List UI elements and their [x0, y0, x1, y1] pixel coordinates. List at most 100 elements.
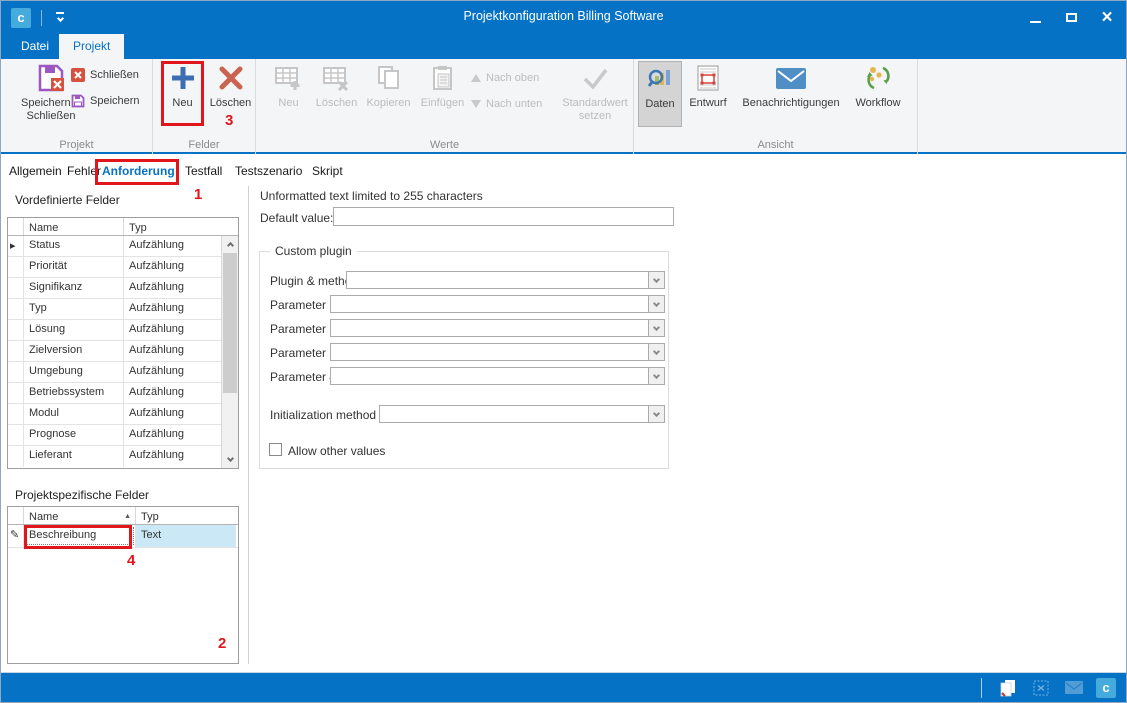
cell-name[interactable]: Typ: [24, 299, 124, 319]
design-grid-muted-icon[interactable]: [1030, 677, 1052, 699]
mail-muted-icon[interactable]: [1063, 677, 1085, 699]
parameter4-select[interactable]: [330, 367, 665, 385]
cell-typ[interactable]: Aufzählung: [124, 446, 222, 467]
table-row[interactable]: TypAufzählung: [8, 299, 238, 320]
copy-pages-icon[interactable]: [997, 677, 1019, 699]
table-row[interactable]: UmgebungAufzählung: [8, 362, 238, 383]
plugin-method-select[interactable]: [346, 271, 665, 289]
copy-value-label: Kopieren: [366, 97, 410, 110]
table-row[interactable]: ModulAufzählung: [8, 404, 238, 425]
cell-name[interactable]: Modul: [24, 404, 124, 424]
view-workflow-label: Workflow: [855, 97, 900, 110]
delete-value-button: Löschen: [314, 61, 359, 126]
table-row[interactable]: ▸StatusAufzählung: [8, 236, 238, 257]
scroll-up-icon[interactable]: [222, 236, 238, 252]
new-field-button[interactable]: Neu: [161, 61, 204, 126]
table-row[interactable]: LösungAufzählung: [8, 320, 238, 341]
title-bar: c Projektkonfiguration Billing Software …: [1, 1, 1126, 34]
tab-anforderung[interactable]: Anforderung: [102, 164, 175, 178]
group-label-felder: Felder: [153, 139, 255, 151]
dropdown-arrow-icon[interactable]: [648, 320, 664, 336]
cell-typ[interactable]: Aufzählung: [124, 404, 222, 424]
table-row[interactable]: SignifikanzAufzählung: [8, 278, 238, 299]
column-header-typ[interactable]: Typ: [124, 218, 222, 235]
cell-name[interactable]: Lieferant: [24, 446, 124, 467]
table-row[interactable]: BetriebssystemAufzählung: [8, 383, 238, 404]
parameter1-select[interactable]: [330, 295, 665, 313]
dropdown-arrow-icon[interactable]: [648, 296, 664, 312]
cell-name[interactable]: Status: [24, 236, 124, 256]
scroll-down-icon[interactable]: [222, 452, 238, 468]
vertical-scrollbar[interactable]: [221, 236, 238, 468]
column-header-typ[interactable]: Typ: [136, 507, 236, 524]
customize-quick-access-icon[interactable]: [55, 12, 65, 21]
cell-name[interactable]: Priorität: [24, 257, 124, 277]
column-header-name[interactable]: Name▲: [24, 507, 136, 524]
cell-typ[interactable]: Aufzählung: [124, 257, 222, 277]
parameter2-select[interactable]: [330, 319, 665, 337]
scrollbar-thumb[interactable]: [223, 253, 237, 393]
view-notifications-button[interactable]: Benachrichtigungen: [733, 61, 849, 127]
new-value-button: Neu: [266, 61, 311, 126]
view-workflow-button[interactable]: Workflow: [851, 61, 905, 127]
tab-skript[interactable]: Skript: [312, 164, 343, 178]
cell-typ[interactable]: Text: [136, 525, 236, 547]
view-design-button[interactable]: Entwurf: [685, 61, 731, 127]
tab-allgemein[interactable]: Allgemein: [9, 164, 62, 178]
cell-typ[interactable]: Aufzählung: [124, 236, 222, 256]
tab-fehler[interactable]: Fehler: [67, 164, 101, 178]
cell-typ[interactable]: Aufzählung: [124, 299, 222, 319]
custom-plugin-group: Custom plugin Plugin & method Parameter …: [259, 251, 669, 469]
minimize-button[interactable]: [1024, 7, 1046, 29]
table-row[interactable]: LieferantAufzählung: [8, 446, 238, 467]
tab-testszenario[interactable]: Testszenario: [235, 164, 302, 178]
panel-divider: [248, 186, 249, 664]
app-logo-icon[interactable]: c: [11, 8, 31, 28]
table-row[interactable]: PrognoseAufzählung: [8, 425, 238, 446]
predefined-table-header: Name Typ: [8, 218, 238, 236]
cell-typ[interactable]: Aufzählung: [124, 383, 222, 403]
init-method-select[interactable]: [379, 405, 665, 423]
copy-icon: [376, 61, 402, 95]
save-close-icon: [36, 61, 66, 95]
table-row[interactable]: PrioritätAufzählung: [8, 257, 238, 278]
allow-other-values-checkbox[interactable]: [269, 443, 282, 456]
sort-ascending-icon: ▲: [124, 513, 131, 520]
cell-name[interactable]: Prognose: [24, 425, 124, 445]
group-label-projekt: Projekt: [1, 139, 152, 151]
default-value-input[interactable]: [333, 207, 674, 226]
cell-typ[interactable]: Aufzählung: [124, 320, 222, 340]
dropdown-arrow-icon[interactable]: [648, 272, 664, 288]
column-header-name[interactable]: Name: [24, 218, 124, 235]
cell-typ[interactable]: Aufzählung: [124, 341, 222, 361]
cell-typ[interactable]: Aufzählung: [124, 278, 222, 298]
cell-typ[interactable]: Aufzählung: [124, 425, 222, 445]
cell-name[interactable]: Lösung: [24, 320, 124, 340]
maximize-button[interactable]: [1060, 7, 1082, 29]
cell-name[interactable]: Signifikanz: [24, 278, 124, 298]
dropdown-arrow-icon[interactable]: [648, 406, 664, 422]
parameter3-select[interactable]: [330, 343, 665, 361]
ribbon-tab-projekt[interactable]: Projekt: [59, 34, 124, 59]
dropdown-arrow-icon[interactable]: [648, 368, 664, 384]
ribbon: Speichern & Schließen Schließen Speicher…: [1, 59, 1126, 154]
cell-name-editing[interactable]: Beschreibung: [24, 525, 136, 547]
copy-value-button: Kopieren: [362, 61, 415, 126]
table-row-selected[interactable]: ✎ Beschreibung Text: [8, 525, 238, 548]
tab-testfall[interactable]: Testfall: [185, 164, 222, 178]
view-data-button[interactable]: Daten: [638, 61, 682, 127]
cell-name[interactable]: Zielversion: [24, 341, 124, 361]
cell-typ[interactable]: Aufzählung: [124, 362, 222, 382]
close-project-button[interactable]: Schließen: [71, 65, 139, 85]
cell-name[interactable]: Umgebung: [24, 362, 124, 382]
cell-name[interactable]: Betriebssystem: [24, 383, 124, 403]
delete-field-button[interactable]: Löschen: [207, 61, 254, 126]
table-row[interactable]: ZielversionAufzählung: [8, 341, 238, 362]
window-title: Projektkonfiguration Billing Software: [463, 9, 663, 23]
dropdown-arrow-icon[interactable]: [648, 344, 664, 360]
plugin-method-label: Plugin & method: [270, 274, 358, 288]
ribbon-group-projekt: Speichern & Schließen Schließen Speicher…: [1, 59, 153, 154]
close-button[interactable]: ×: [1096, 7, 1118, 29]
ribbon-tab-datei[interactable]: Datei: [7, 34, 63, 59]
save-button[interactable]: Speichern: [71, 91, 140, 111]
